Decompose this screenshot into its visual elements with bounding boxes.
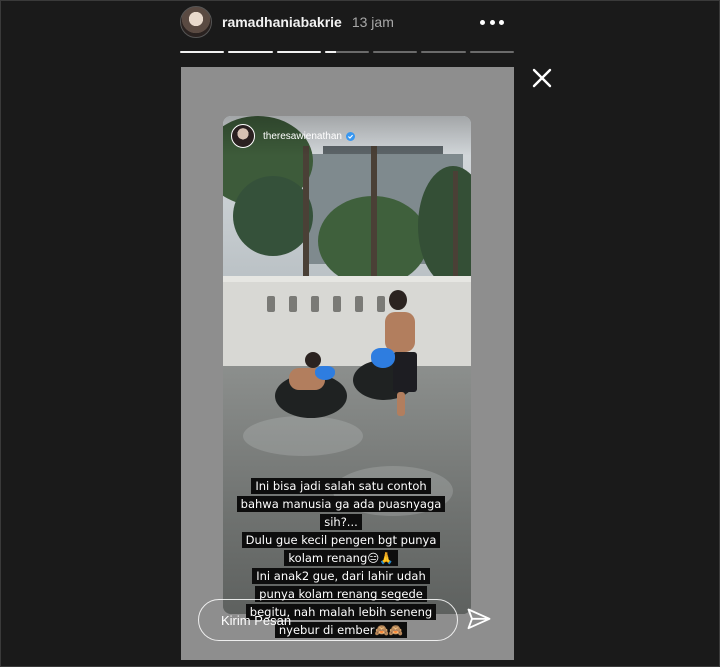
caption-line: Ini anak2 gue, dari lahir udah bbox=[252, 568, 430, 584]
caption-line: bahwa manusia ga ada puasnyaga bbox=[236, 496, 446, 512]
caption-line: kolam renang😑🙏 bbox=[284, 550, 398, 566]
send-icon[interactable] bbox=[465, 606, 493, 634]
caption-line: Ini bisa jadi salah satu contoh bbox=[251, 478, 431, 494]
caption-line: sih?... bbox=[320, 514, 362, 530]
story-panel[interactable]: theresawienathan Ini bisa jadi salah sat… bbox=[181, 67, 514, 660]
username[interactable]: ramadhaniabakrie bbox=[222, 14, 342, 30]
progress-segment bbox=[373, 51, 418, 53]
progress-segment bbox=[324, 51, 370, 53]
reposted-username[interactable]: theresawienathan bbox=[263, 131, 342, 142]
reposted-story-header: theresawienathan bbox=[223, 116, 471, 156]
progress-segment-fill bbox=[324, 51, 336, 53]
progress-segment bbox=[421, 51, 466, 53]
close-icon[interactable] bbox=[530, 66, 554, 90]
story-progress-bar bbox=[180, 51, 514, 54]
progress-segment-fill bbox=[180, 51, 225, 53]
more-horizontal-icon bbox=[480, 19, 485, 25]
reply-message-input[interactable]: Kirim Pesan bbox=[198, 599, 458, 641]
avatar[interactable] bbox=[231, 124, 255, 148]
caption-line: Dulu gue kecil pengen bgt punya bbox=[241, 532, 441, 548]
story-header: ramadhaniabakrie 13 jam bbox=[180, 4, 516, 40]
verified-badge-icon bbox=[345, 131, 355, 141]
timestamp: 13 jam bbox=[351, 14, 394, 30]
progress-segment bbox=[228, 51, 273, 53]
more-options-button[interactable] bbox=[480, 12, 504, 32]
progress-segment-fill bbox=[228, 51, 273, 53]
more-horizontal-icon bbox=[489, 19, 495, 25]
more-horizontal-icon bbox=[499, 19, 504, 25]
progress-segment bbox=[180, 51, 225, 53]
progress-segment-fill bbox=[276, 51, 321, 53]
reply-placeholder: Kirim Pesan bbox=[221, 612, 292, 628]
avatar[interactable] bbox=[180, 6, 212, 38]
progress-segment bbox=[276, 51, 321, 53]
progress-segment bbox=[469, 51, 514, 53]
